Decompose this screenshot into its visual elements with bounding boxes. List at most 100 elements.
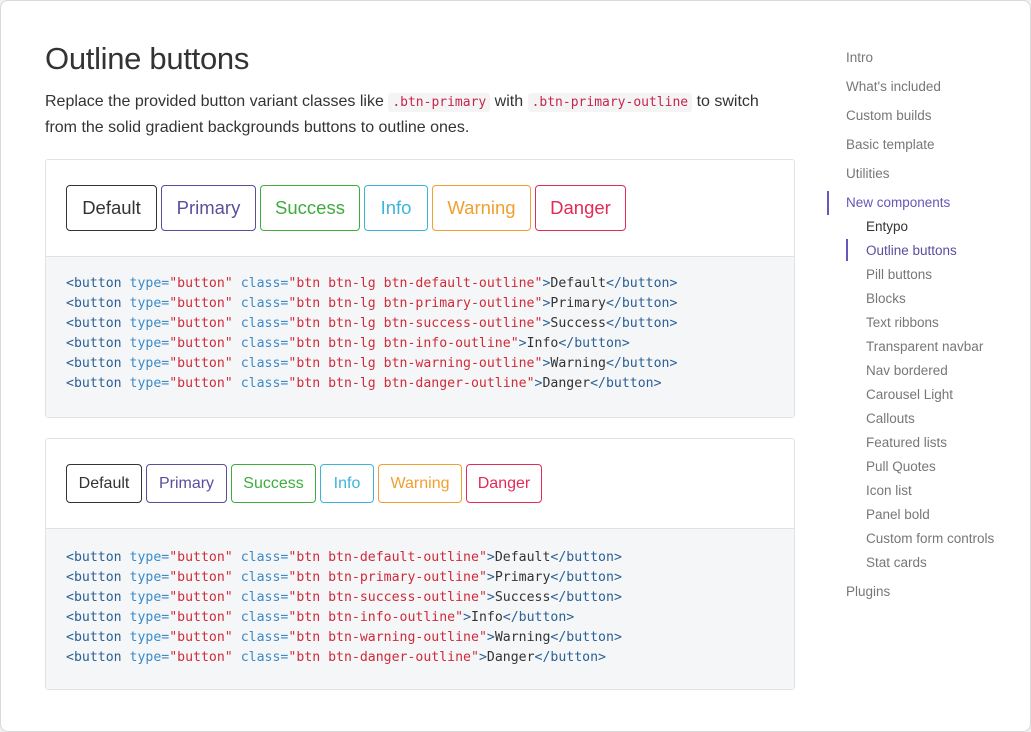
code-line: <button type="button" class= "btn btn-dan… bbox=[66, 648, 774, 668]
code-button-text: Default bbox=[550, 276, 606, 291]
subnav-item-pill-buttons[interactable]: Pill buttons bbox=[866, 267, 932, 282]
code-line: <button type="button" class= "btn btn-war… bbox=[66, 628, 774, 648]
code-button-text: Warning bbox=[550, 356, 606, 371]
code-token: class= bbox=[240, 570, 289, 585]
subnav-item-entypo[interactable]: Entypo bbox=[866, 219, 908, 234]
sidebar-item-basic-template[interactable]: Basic template bbox=[846, 137, 935, 152]
code-class-value: btn btn-danger-outline bbox=[296, 650, 471, 665]
default-outline-button[interactable]: Default bbox=[66, 464, 142, 503]
code-token: "button" bbox=[169, 590, 233, 605]
success-outline-button[interactable]: Success bbox=[231, 464, 316, 503]
code-token: type= bbox=[129, 550, 170, 565]
sidebar-item-whats-included[interactable]: What's included bbox=[846, 79, 941, 94]
primary-outline-button[interactable]: Primary bbox=[146, 464, 227, 503]
warning-outline-button[interactable]: Warning bbox=[432, 185, 531, 231]
code-token: <button bbox=[66, 610, 122, 625]
code-punct bbox=[122, 550, 130, 565]
code-token: type= bbox=[129, 376, 170, 391]
code-token: type= bbox=[129, 650, 170, 665]
sidebar-item-custom-builds[interactable]: Custom builds bbox=[846, 108, 932, 123]
code-button-text: Info bbox=[526, 336, 559, 351]
subnav-item-callouts[interactable]: Callouts bbox=[866, 411, 915, 426]
code-token: </button> bbox=[605, 296, 678, 311]
subnav-item-panel-bold[interactable]: Panel bold bbox=[866, 507, 930, 522]
code-punct bbox=[233, 650, 241, 665]
subnav-item-featured-lists[interactable]: Featured lists bbox=[866, 435, 947, 450]
code-line: <button type="button" class= "btn btn-suc… bbox=[66, 588, 774, 608]
info-outline-button[interactable]: Info bbox=[320, 464, 374, 503]
danger-outline-button[interactable]: Danger bbox=[535, 185, 626, 231]
code-token: </button> bbox=[502, 610, 575, 625]
code-token: class= bbox=[240, 296, 289, 311]
subnav-item-transparent-navbar[interactable]: Transparent navbar bbox=[866, 339, 983, 354]
code-token: type= bbox=[129, 276, 170, 291]
code-punct bbox=[233, 590, 241, 605]
code-button-text: Success bbox=[494, 590, 551, 605]
code-button-text: Default bbox=[494, 550, 551, 565]
code-punct: > bbox=[486, 590, 495, 605]
sidebar-item-intro[interactable]: Intro bbox=[846, 50, 873, 65]
code-punct: " bbox=[455, 610, 464, 625]
code-line: <button type="button" class="btn btn-lg … bbox=[66, 294, 774, 314]
sidebar-item-plugins[interactable]: Plugins bbox=[846, 584, 890, 599]
code-punct bbox=[122, 376, 130, 391]
example-large-buttons: Default Primary Success Info Warning Dan… bbox=[45, 159, 795, 418]
code-class-value: btn btn-info-outline bbox=[296, 610, 456, 625]
code-class-value: btn btn-default-outline bbox=[296, 550, 479, 565]
code-token: <button bbox=[66, 316, 122, 331]
code-punct: > bbox=[478, 650, 487, 665]
success-outline-button[interactable]: Success bbox=[260, 185, 360, 231]
code-token: <button bbox=[66, 550, 122, 565]
code-token: </button> bbox=[558, 336, 630, 351]
code-class-value: btn btn-lg btn-warning-outline bbox=[296, 356, 535, 371]
code-punct: " bbox=[478, 630, 487, 645]
button-demo-large: Default Primary Success Info Warning Dan… bbox=[46, 160, 794, 257]
warning-outline-button[interactable]: Warning bbox=[378, 464, 462, 503]
lead-text: Replace the provided button variant clas… bbox=[45, 93, 389, 110]
subnav-active-indicator bbox=[846, 239, 848, 261]
code-punct: " bbox=[510, 336, 519, 351]
sidebar-item-new-components[interactable]: New components bbox=[846, 195, 950, 210]
code-token: "button" bbox=[169, 316, 233, 331]
code-button-text: Primary bbox=[550, 296, 606, 311]
subnav-item-carousel-light[interactable]: Carousel Light bbox=[866, 387, 953, 402]
code-token: class= bbox=[240, 376, 289, 391]
subnav-item-custom-form-controls[interactable]: Custom form controls bbox=[866, 531, 994, 546]
code-block-large: <button type="button" class="btn btn-lg … bbox=[46, 257, 794, 417]
code-token: "button" bbox=[169, 630, 233, 645]
code-punct bbox=[233, 550, 241, 565]
code-token: "button" bbox=[169, 550, 233, 565]
code-token: "button" bbox=[169, 650, 233, 665]
info-outline-button[interactable]: Info bbox=[364, 185, 428, 231]
code-token: </button> bbox=[605, 316, 678, 331]
subnav-item-icon-list[interactable]: Icon list bbox=[866, 483, 912, 498]
code-punct bbox=[233, 376, 241, 391]
code-token: <button bbox=[66, 376, 122, 391]
danger-outline-button[interactable]: Danger bbox=[466, 464, 542, 503]
primary-outline-button[interactable]: Primary bbox=[161, 185, 256, 231]
subnav-item-nav-bordered[interactable]: Nav bordered bbox=[866, 363, 948, 378]
code-class-value: btn btn-primary-outline bbox=[296, 570, 479, 585]
code-button-text: Danger bbox=[486, 650, 535, 665]
subnav-item-outline-buttons[interactable]: Outline buttons bbox=[866, 243, 957, 258]
inline-code: .btn-primary-outline bbox=[527, 93, 693, 112]
code-line: <button type="button" class= "btn btn-pri… bbox=[66, 568, 774, 588]
code-button-text: Success bbox=[550, 316, 606, 331]
sidebar-item-utilities[interactable]: Utilities bbox=[846, 166, 890, 181]
code-button-text: Warning bbox=[494, 630, 551, 645]
subnav-item-stat-cards[interactable]: Stat cards bbox=[866, 555, 927, 570]
code-line: <button type="button" class= "btn btn-inf… bbox=[66, 608, 774, 628]
code-line: <button type="button" class="btn btn-lg … bbox=[66, 274, 774, 294]
code-punct: " bbox=[478, 570, 487, 585]
code-punct bbox=[122, 296, 130, 311]
code-token: class= bbox=[240, 630, 289, 645]
code-punct bbox=[233, 276, 241, 291]
code-token: </button> bbox=[550, 570, 622, 585]
code-token: type= bbox=[129, 296, 170, 311]
subnav-item-blocks[interactable]: Blocks bbox=[866, 291, 906, 306]
subnav-item-text-ribbons[interactable]: Text ribbons bbox=[866, 315, 939, 330]
code-token: class= bbox=[240, 610, 289, 625]
subnav-item-pull-quotes[interactable]: Pull Quotes bbox=[866, 459, 936, 474]
code-class-value: btn btn-lg btn-info-outline bbox=[296, 336, 511, 351]
default-outline-button[interactable]: Default bbox=[66, 185, 157, 231]
